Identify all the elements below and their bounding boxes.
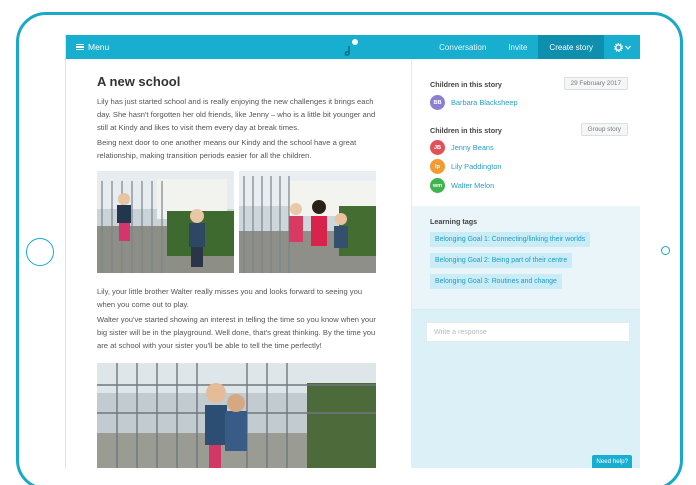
child-item[interactable]: lp Lily Paddington bbox=[430, 159, 502, 174]
nav-create-story[interactable]: Create story bbox=[538, 35, 604, 59]
top-bar: Menu Conversation Invite Create story bbox=[66, 35, 640, 59]
avatar: BB bbox=[430, 95, 445, 110]
response-input[interactable]: Write a response bbox=[426, 322, 630, 342]
need-help-button[interactable]: Need help? bbox=[592, 455, 632, 468]
camera-icon bbox=[661, 246, 670, 255]
story-photo bbox=[239, 171, 376, 273]
avatar: lp bbox=[430, 159, 445, 174]
learning-tag[interactable]: Belonging Goal 1: Connecting/linking the… bbox=[430, 232, 591, 247]
menu-button[interactable]: Menu bbox=[76, 35, 109, 59]
learning-tag[interactable]: Belonging Goal 2: Being part of their ce… bbox=[430, 253, 573, 268]
menu-label: Menu bbox=[88, 42, 110, 52]
group-story-button[interactable]: Group story bbox=[580, 123, 628, 136]
story-title: A new school bbox=[97, 74, 181, 89]
nav-conversation[interactable]: Conversation bbox=[428, 35, 497, 59]
story-paragraph: Lily, your little brother Walter really … bbox=[97, 287, 363, 309]
gear-icon bbox=[614, 42, 623, 52]
date-picker[interactable]: 29 February 2017 bbox=[563, 77, 628, 90]
child-item[interactable]: JB Jenny Beans bbox=[430, 140, 494, 155]
child-name: Barbara Blacksheep bbox=[451, 98, 518, 107]
story-paragraph: Walter you've started showing an interes… bbox=[97, 315, 376, 350]
hamburger-icon bbox=[76, 43, 84, 51]
child-name: Lily Paddington bbox=[451, 162, 502, 171]
response-section: Write a response Need help? bbox=[412, 310, 640, 468]
learning-tags-label: Learning tags bbox=[430, 217, 478, 226]
avatar: JB bbox=[430, 140, 445, 155]
children-section-label: Children in this story bbox=[430, 126, 502, 135]
child-name: Walter Melon bbox=[451, 181, 495, 190]
nav-invite[interactable]: Invite bbox=[497, 35, 538, 59]
chevron-down-icon bbox=[625, 45, 631, 50]
home-button bbox=[26, 238, 54, 266]
story-paragraph: Lily has just started school and is real… bbox=[97, 97, 376, 132]
child-name: Jenny Beans bbox=[451, 143, 494, 152]
settings-button[interactable] bbox=[604, 35, 640, 59]
story-paragraph: Being next door to one another means our… bbox=[97, 138, 357, 160]
story-photo bbox=[97, 363, 376, 468]
child-item[interactable]: wm Walter Melon bbox=[430, 178, 494, 193]
avatar: wm bbox=[430, 178, 445, 193]
learning-tags-section: Learning tags Belonging Goal 1: Connecti… bbox=[412, 206, 640, 468]
children-section-label: Children in this story bbox=[430, 80, 502, 89]
story-details-panel: Children in this story 29 February 2017 … bbox=[411, 59, 640, 468]
top-nav: Conversation Invite Create story bbox=[428, 35, 640, 59]
app-screen: Menu Conversation Invite Create story A … bbox=[65, 35, 640, 468]
app-logo-icon bbox=[344, 39, 358, 56]
story-content: A new school Lily has just started schoo… bbox=[66, 59, 411, 468]
story-photo bbox=[97, 171, 234, 273]
learning-tag[interactable]: Belonging Goal 3: Routines and change bbox=[430, 274, 562, 289]
child-item[interactable]: BB Barbara Blacksheep bbox=[430, 95, 518, 110]
